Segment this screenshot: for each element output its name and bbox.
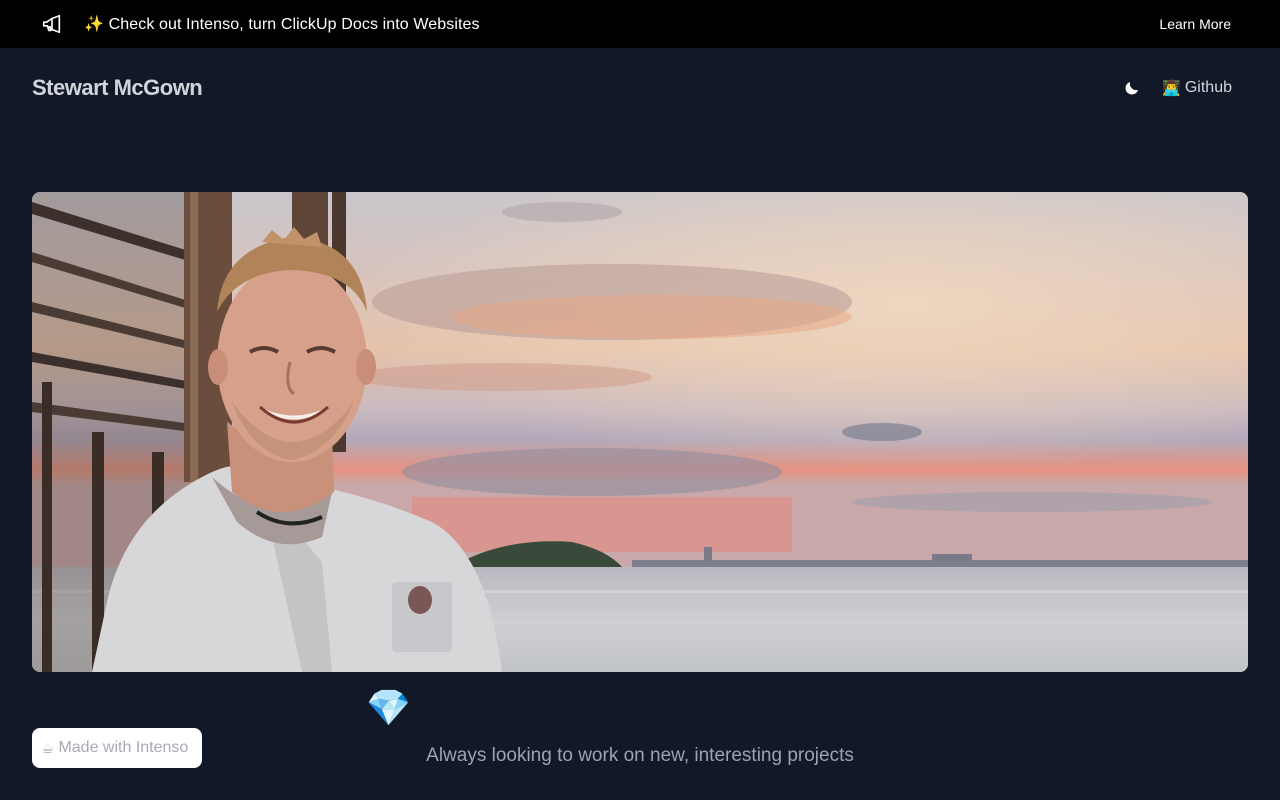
github-label: Github <box>1184 79 1232 96</box>
hero-photo <box>32 192 1248 672</box>
learn-more-link[interactable]: Learn More <box>1159 16 1231 32</box>
moon-icon[interactable] <box>1122 78 1142 98</box>
made-with-label: Made with Intenso <box>58 739 189 756</box>
megaphone-icon <box>40 12 64 36</box>
technologist-icon: 👨‍💻 <box>1162 80 1181 97</box>
gem-icon: 💎 <box>366 687 411 728</box>
site-brand[interactable]: Stewart McGown <box>32 75 203 101</box>
coffee-icon: ☕ <box>41 740 55 757</box>
announcement-message: ✨ Check out Intenso, turn ClickUp Docs i… <box>84 16 480 33</box>
site-header: Stewart McGown 👨‍💻 Github <box>0 48 1280 128</box>
github-link[interactable]: 👨‍💻 Github <box>1162 79 1232 97</box>
made-with-badge[interactable]: ☕ Made with Intenso <box>32 728 202 768</box>
announcement-bar: ✨ Check out Intenso, turn ClickUp Docs i… <box>0 0 1280 48</box>
header-actions: 👨‍💻 Github <box>1122 78 1232 98</box>
